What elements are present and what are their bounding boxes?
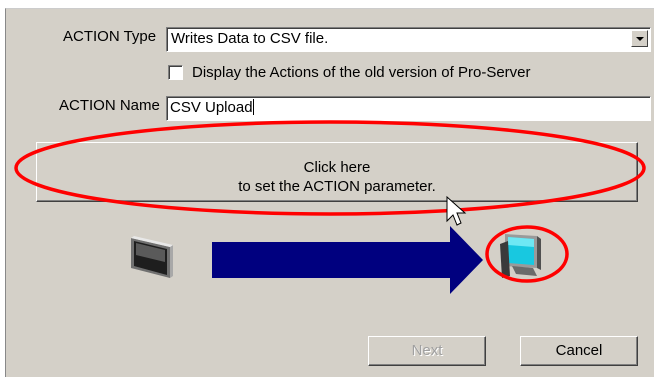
button-line-2: to set the ACTION parameter. <box>238 178 436 195</box>
button-line-1: Click here <box>303 159 371 176</box>
action-name-value: CSV Upload <box>170 99 253 116</box>
old-version-checkbox-label[interactable]: Display the Actions of the old version o… <box>192 64 531 81</box>
text-caret <box>252 99 254 115</box>
old-version-checkbox[interactable] <box>168 65 183 80</box>
cancel-button[interactable]: Cancel <box>520 336 638 366</box>
action-type-label: ACTION Type <box>63 28 157 45</box>
action-type-dropdown[interactable]: Writes Data to CSV file. <box>166 27 651 52</box>
set-action-parameter-button[interactable]: Click here to set the ACTION parameter. <box>36 142 638 202</box>
next-button[interactable]: Next <box>368 336 486 366</box>
action-type-value: Writes Data to CSV file. <box>171 30 329 47</box>
action-name-input[interactable]: CSV Upload <box>166 96 651 121</box>
dropdown-arrow-button[interactable] <box>631 30 648 47</box>
chevron-down-icon <box>636 37 644 41</box>
action-name-label: ACTION Name <box>59 97 160 114</box>
